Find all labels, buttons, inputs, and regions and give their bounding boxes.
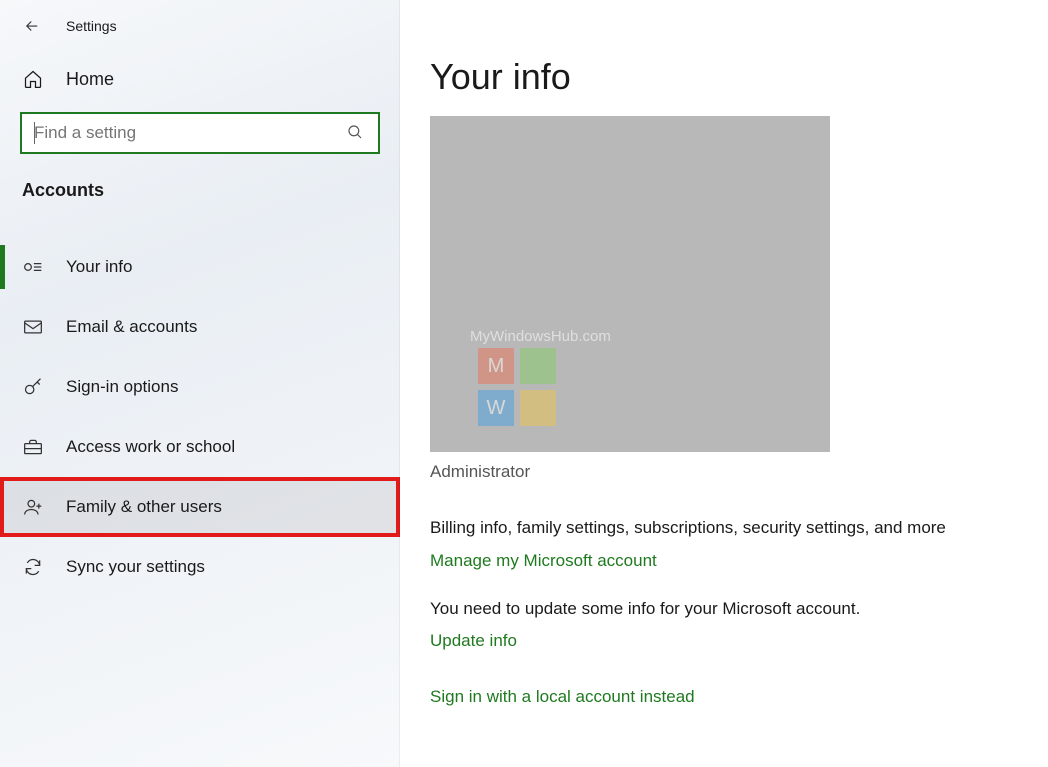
search-wrap [20,112,380,154]
nav-label: Email & accounts [66,317,197,337]
local-account-link[interactable]: Sign in with a local account instead [430,687,695,707]
watermark-tile-blue: W [478,390,514,426]
sidebar-item-home[interactable]: Home [0,46,400,112]
account-role: Administrator [430,462,1008,482]
arrow-left-icon [23,17,41,35]
nav-label: Your info [66,257,132,277]
briefcase-icon [22,436,44,458]
text-caret [34,122,35,144]
search-box[interactable] [20,112,380,154]
watermark-tile-yellow [520,390,556,426]
nav-label: Family & other users [66,497,222,517]
sidebar-item-access-work-school[interactable]: Access work or school [0,417,400,477]
nav-label: Sync your settings [66,557,205,577]
sidebar-item-family-wrap: Family & other users [0,477,400,537]
page-title: Your info [430,56,1008,98]
sidebar-item-email-accounts[interactable]: Email & accounts [0,297,400,357]
update-block: You need to update some info for your Mi… [430,597,1008,652]
search-icon [346,123,366,143]
sync-icon [22,556,44,578]
search-input[interactable] [34,123,346,143]
billing-text: Billing info, family settings, subscript… [430,516,990,541]
watermark-tile-red: M [478,348,514,384]
id-card-icon [22,256,44,278]
manage-account-link[interactable]: Manage my Microsoft account [430,551,657,571]
watermark-text: MyWindowsHub.com [470,328,830,345]
sidebar: Settings Home Accounts Your info [0,0,400,767]
window-title: Settings [66,18,117,34]
sidebar-item-family-other-users[interactable]: Family & other users [0,477,400,537]
home-label: Home [66,69,114,90]
home-icon [22,68,44,90]
mail-icon [22,316,44,338]
key-icon [22,376,44,398]
update-text: You need to update some info for your Mi… [430,597,990,622]
sidebar-item-signin-options[interactable]: Sign-in options [0,357,400,417]
watermark-tile-green [520,348,556,384]
nav-label: Access work or school [66,437,235,457]
section-label-accounts: Accounts [0,180,400,201]
update-info-link[interactable]: Update info [430,631,517,651]
local-account-block: Sign in with a local account instead [430,687,1008,707]
profile-picture: MyWindowsHub.com M W [430,116,830,452]
titlebar: Settings [0,6,400,46]
main-content: Your info MyWindowsHub.com M W Administr… [400,0,1048,767]
nav-label: Sign-in options [66,377,178,397]
person-add-icon [22,496,44,518]
watermark-logo: M W [478,348,556,426]
settings-window: Settings Home Accounts Your info [0,0,1048,767]
billing-block: Billing info, family settings, subscript… [430,516,1008,571]
sidebar-item-sync-settings[interactable]: Sync your settings [0,537,400,597]
back-button[interactable] [22,16,42,36]
sidebar-item-your-info[interactable]: Your info [0,237,400,297]
